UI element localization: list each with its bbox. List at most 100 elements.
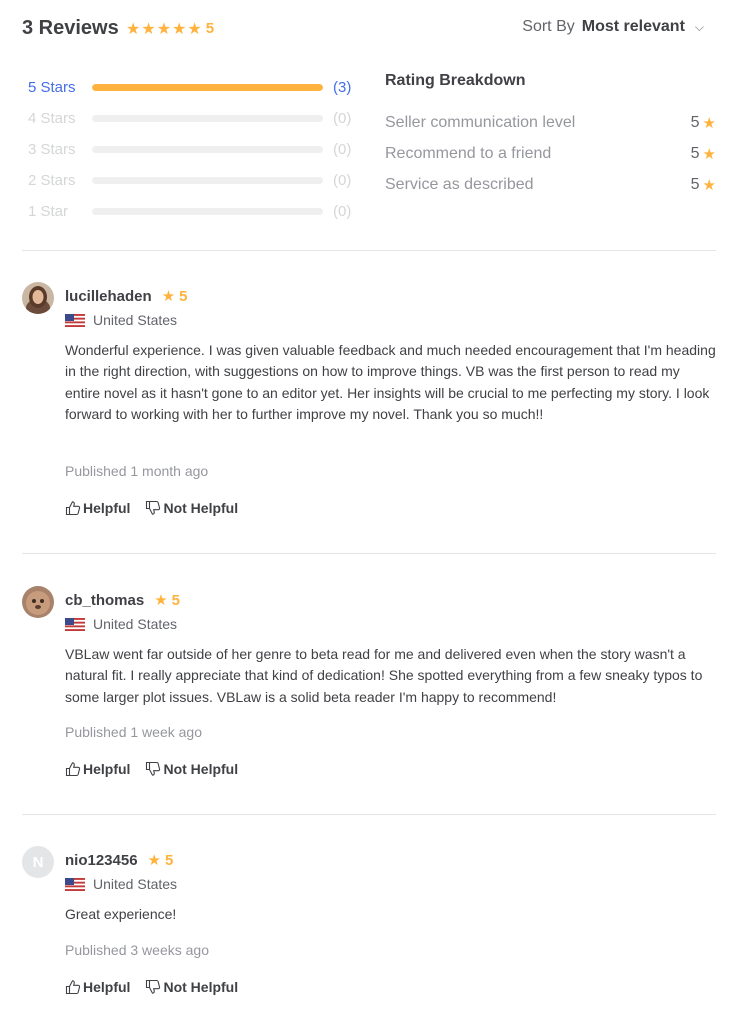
star-bar-label: 2 Stars	[28, 172, 76, 189]
breakdown-score-value: 5	[690, 145, 700, 162]
review-published-date: Published 1 month ago	[65, 463, 209, 479]
sort-dropdown[interactable]: Sort By Most relevant ⌵	[522, 18, 704, 36]
not-helpful-button[interactable]: Not Helpful	[145, 500, 238, 516]
star-bar-2: 2 Stars (0)	[28, 165, 368, 196]
section-divider	[22, 553, 716, 554]
star-icon: ★	[161, 287, 176, 305]
thumbs-down-icon	[146, 761, 161, 776]
not-helpful-label[interactable]: Not Helpful	[163, 761, 238, 777]
breakdown-score-value: 5	[690, 114, 700, 131]
star-bar-5[interactable]: 5 Stars (3)	[28, 72, 368, 103]
star-bar-track	[92, 84, 323, 91]
rating-breakdown: Rating Breakdown Seller communication le…	[385, 72, 716, 203]
star-distribution: 5 Stars (3) 4 Stars (0) 3 Stars (0) 2 St…	[28, 72, 368, 227]
not-helpful-label[interactable]: Not Helpful	[163, 979, 238, 995]
star-bar-count: (0)	[333, 110, 352, 127]
star-bar-label[interactable]: 5 Stars	[28, 79, 92, 96]
review-actions: Helpful Not Helpful	[65, 979, 253, 995]
star-bar-label: 3 Stars	[28, 141, 76, 158]
helpful-label[interactable]: Helpful	[83, 500, 130, 516]
helpful-label[interactable]: Helpful	[83, 761, 130, 777]
overall-rating: ★ ★ ★ ★ ★ 5	[126, 19, 214, 38]
helpful-button[interactable]: Helpful	[65, 979, 130, 995]
breakdown-row: Seller communication level 5 ★	[385, 110, 716, 141]
reviewer-username[interactable]: nio123456	[65, 852, 138, 869]
helpful-button[interactable]: Helpful	[65, 761, 130, 777]
review-item: N nio123456 ★ 5 United States Great expe…	[22, 846, 716, 1016]
breakdown-score: 5 ★	[691, 145, 716, 163]
review-published-date: Published 1 week ago	[65, 724, 202, 740]
sort-label: Sort By	[522, 18, 575, 35]
us-flag-icon	[65, 617, 85, 631]
avatar[interactable]: N	[22, 846, 54, 878]
breakdown-label: Recommend to a friend	[385, 145, 552, 162]
breakdown-score: 5 ★	[691, 114, 716, 132]
not-helpful-button[interactable]: Not Helpful	[145, 979, 238, 995]
reviews-header: 3 Reviews ★ ★ ★ ★ ★ 5 Sort By Most relev…	[22, 14, 716, 44]
breakdown-score: 5 ★	[691, 176, 716, 194]
thumbs-down-icon	[146, 979, 161, 994]
country-name: United States	[93, 616, 178, 632]
review-header: nio123456 ★ 5	[65, 851, 173, 869]
review-header: lucillehaden ★ 5	[65, 287, 188, 305]
reviewer-country: United States	[65, 312, 177, 328]
review-header: cb_thomas ★ 5	[65, 591, 180, 609]
reviewer-country: United States	[65, 616, 177, 632]
star-icon: ★	[126, 19, 141, 38]
review-item: lucillehaden ★ 5 United States Wonderful…	[22, 282, 716, 522]
reviewer-username[interactable]: cb_thomas	[65, 592, 144, 609]
star-bar-count: (3)	[333, 79, 352, 96]
star-bar-track	[92, 115, 323, 122]
review-published-date: Published 3 weeks ago	[65, 942, 209, 958]
breakdown-title: Rating Breakdown	[385, 72, 526, 89]
section-divider	[22, 814, 716, 815]
thumbs-up-icon	[65, 501, 81, 516]
review-score: 5	[179, 287, 188, 305]
avatar[interactable]	[22, 586, 54, 618]
thumbs-up-icon	[65, 762, 81, 777]
star-bar-track	[92, 146, 323, 153]
not-helpful-button[interactable]: Not Helpful	[145, 761, 238, 777]
star-icon: ★	[702, 145, 716, 163]
star-icon: ★	[702, 176, 716, 194]
star-bar-4: 4 Stars (0)	[28, 103, 368, 134]
star-bar-track	[92, 177, 323, 184]
breakdown-row: Service as described 5 ★	[385, 172, 716, 203]
review-text: Great experience!	[65, 906, 177, 922]
helpful-label[interactable]: Helpful	[83, 979, 130, 995]
us-flag-icon	[65, 313, 85, 327]
not-helpful-label[interactable]: Not Helpful	[163, 500, 238, 516]
section-divider	[22, 250, 716, 251]
reviewer-country: United States	[65, 876, 177, 892]
star-icon: ★	[147, 851, 161, 869]
star-icon: ★	[141, 19, 156, 38]
star-bar-1: 1 Star (0)	[28, 196, 368, 227]
chevron-down-icon[interactable]: ⌵	[695, 20, 704, 35]
sort-value[interactable]: Most relevant	[582, 18, 685, 36]
breakdown-label: Service as described	[385, 176, 534, 193]
star-bar-label: 4 Stars	[28, 110, 76, 127]
reviewer-username[interactable]: lucillehaden	[65, 288, 152, 305]
us-flag-icon	[65, 877, 85, 891]
star-icon: ★	[172, 19, 187, 38]
review-actions: Helpful Not Helpful	[65, 761, 253, 777]
helpful-button[interactable]: Helpful	[65, 500, 130, 516]
star-icon: ★	[154, 591, 168, 609]
review-text: Wonderful experience. I was given valuab…	[65, 342, 716, 422]
star-bar-3: 3 Stars (0)	[28, 134, 368, 165]
star-icon: ★	[156, 19, 172, 38]
star-bar-fill	[92, 84, 323, 91]
star-bar-count: (0)	[333, 172, 352, 189]
breakdown-score-value: 5	[690, 176, 700, 193]
overall-score: 5	[205, 20, 215, 37]
star-icon: ★	[702, 114, 716, 132]
review-actions: Helpful Not Helpful	[65, 500, 253, 516]
review-text: VBLaw went far outside of her genre to b…	[65, 646, 703, 705]
review-score: 5	[171, 591, 180, 609]
star-bar-count: (0)	[333, 141, 352, 158]
star-bar-track	[92, 208, 323, 215]
breakdown-label: Seller communication level	[385, 114, 576, 131]
thumbs-up-icon	[65, 980, 81, 995]
avatar[interactable]	[22, 282, 54, 314]
star-icon: ★	[187, 19, 202, 38]
